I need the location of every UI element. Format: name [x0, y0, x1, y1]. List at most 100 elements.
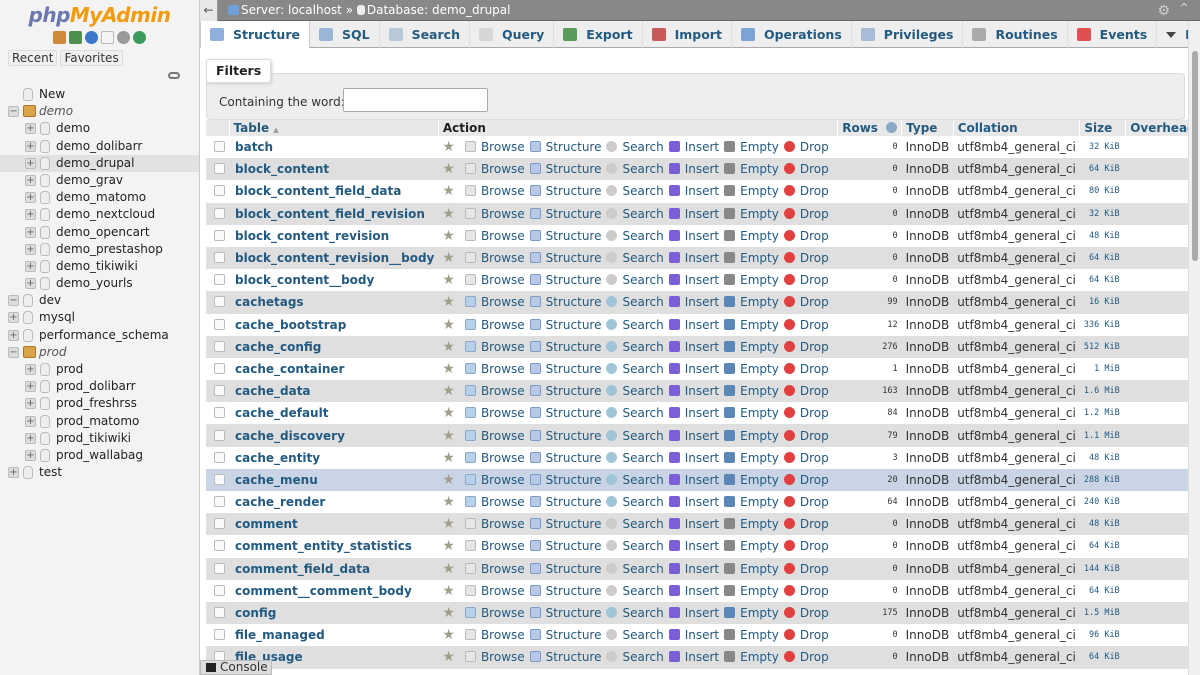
tree-item[interactable]: + demo_opencart [0, 224, 199, 241]
browse-action[interactable]: Browse [464, 340, 525, 354]
table-name[interactable]: cache_menu [229, 468, 439, 491]
expand-icon[interactable]: + [25, 209, 36, 221]
empty-action[interactable]: Empty [724, 406, 779, 420]
table-size[interactable]: 64 KiB [1079, 269, 1126, 292]
structure-action[interactable]: Structure [529, 473, 601, 487]
tree-item[interactable]: + demo_prestashop [0, 241, 199, 258]
structure-action[interactable]: Structure [529, 251, 601, 265]
tab-structure[interactable]: Structure [200, 21, 310, 48]
table-name[interactable]: file_managed [229, 624, 439, 647]
expand-icon[interactable]: + [25, 449, 36, 461]
table-size[interactable]: 1.1 MiB [1079, 424, 1126, 447]
table-name[interactable]: comment__comment_body [229, 579, 439, 602]
table-size[interactable]: 1.6 MiB [1079, 380, 1126, 403]
empty-action[interactable]: Empty [724, 517, 779, 531]
header-size[interactable]: Size [1079, 120, 1127, 136]
empty-action[interactable]: Empty [724, 362, 779, 376]
favorite-star-icon[interactable]: ★ [442, 161, 455, 177]
table-name[interactable]: cache_default [229, 402, 439, 425]
browse-action[interactable]: Browse [464, 473, 525, 487]
browse-action[interactable]: Browse [464, 628, 525, 642]
table-row[interactable]: cache_entity ★ Browse Structure Search Insert… [206, 446, 1188, 469]
drop-action[interactable]: Drop [783, 406, 829, 420]
row-checkbox[interactable] [214, 607, 225, 619]
rows-help-icon[interactable] [886, 122, 898, 133]
table-row[interactable]: file_usage ★ Browse Structure Search Insert Em… [206, 646, 1188, 669]
tree-item[interactable]: + performance_schema [0, 327, 199, 344]
expand-icon[interactable]: + [25, 123, 36, 135]
table-name[interactable]: cache_bootstrap [229, 313, 439, 336]
breadcrumb-server[interactable]: Server: localhost [241, 3, 342, 17]
insert-action[interactable]: Insert [668, 251, 719, 265]
search-action[interactable]: Search [606, 606, 664, 620]
tree-item-label[interactable]: prod [39, 344, 67, 361]
insert-action[interactable]: Insert [668, 273, 719, 287]
empty-action[interactable]: Empty [724, 251, 779, 265]
tab-query[interactable]: Query [470, 21, 555, 48]
table-row[interactable]: block_content ★ Browse Structure Search Inser… [206, 158, 1188, 181]
search-action[interactable]: Search [606, 229, 664, 243]
tab-routines[interactable]: Routines [963, 21, 1068, 48]
table-row[interactable]: cache_default ★ Browse Structure Search Inser… [206, 402, 1188, 425]
empty-action[interactable]: Empty [724, 340, 779, 354]
drop-action[interactable]: Drop [783, 473, 829, 487]
table-name[interactable]: comment_entity_statistics [229, 535, 439, 558]
tab-privileges[interactable]: Privileges [852, 21, 964, 48]
favorite-star-icon[interactable]: ★ [442, 538, 455, 554]
structure-action[interactable]: Structure [529, 606, 601, 620]
table-row[interactable]: block_content__body ★ Browse Structure Searc… [206, 269, 1188, 292]
table-name[interactable]: cache_container [229, 357, 439, 381]
structure-action[interactable]: Structure [529, 429, 601, 443]
header-rows[interactable]: Rows [837, 120, 903, 136]
favorite-star-icon[interactable]: ★ [442, 627, 455, 643]
tree-item[interactable]: + demo_dolibarr [0, 138, 199, 155]
row-checkbox[interactable] [214, 229, 225, 241]
drop-action[interactable]: Drop [783, 451, 829, 465]
row-checkbox[interactable] [214, 340, 225, 352]
structure-action[interactable]: Structure [529, 362, 601, 376]
table-size[interactable]: 336 KiB [1079, 313, 1126, 336]
table-row[interactable]: cache_config ★ Browse Structure Search Insert… [206, 335, 1188, 358]
collapse-icon[interactable]: − [8, 295, 19, 307]
structure-action[interactable]: Structure [529, 318, 601, 332]
collapse-menu-icon[interactable]: ⌃ [1178, 1, 1190, 17]
row-checkbox[interactable] [214, 562, 225, 574]
table-name[interactable]: cache_discovery [229, 424, 439, 447]
table-row[interactable]: comment_entity_statistics ★ Browse Structur… [206, 535, 1188, 558]
search-action[interactable]: Search [606, 140, 664, 154]
table-name[interactable]: comment [229, 513, 439, 536]
drop-action[interactable]: Drop [783, 517, 829, 531]
expand-icon[interactable]: + [25, 226, 36, 238]
drop-action[interactable]: Drop [783, 362, 829, 376]
tree-item-label[interactable]: demo_nextcloud [56, 206, 155, 223]
table-row[interactable]: comment_field_data ★ Browse Structure Search… [206, 557, 1188, 580]
table-name[interactable]: block_content [229, 158, 439, 181]
empty-action[interactable]: Empty [724, 207, 779, 221]
tab-events[interactable]: Events [1068, 21, 1158, 48]
structure-action[interactable]: Structure [529, 495, 601, 509]
row-checkbox[interactable] [214, 274, 225, 286]
help-icon[interactable] [85, 31, 98, 44]
expand-icon[interactable]: + [25, 432, 36, 444]
table-size[interactable]: 144 KiB [1079, 557, 1126, 580]
drop-action[interactable]: Drop [783, 539, 829, 553]
row-checkbox[interactable] [214, 540, 225, 552]
table-row[interactable]: comment ★ Browse Structure Search Insert Empty… [206, 513, 1188, 536]
tree-item[interactable]: + prod_matomo [0, 413, 199, 430]
tree-item-label[interactable]: demo [39, 103, 73, 120]
row-checkbox[interactable] [214, 451, 225, 463]
tree-item-label[interactable]: prod_dolibarr [56, 378, 136, 395]
browse-action[interactable]: Browse [464, 451, 525, 465]
tree-item-label[interactable]: test [39, 464, 62, 481]
row-checkbox[interactable] [214, 163, 225, 175]
row-checkbox[interactable] [214, 296, 225, 308]
structure-action[interactable]: Structure [529, 406, 601, 420]
table-size[interactable]: 64 KiB [1079, 646, 1126, 669]
empty-action[interactable]: Empty [724, 429, 779, 443]
drop-action[interactable]: Drop [783, 251, 829, 265]
favorite-star-icon[interactable]: ★ [442, 206, 455, 222]
docs-icon[interactable] [101, 31, 114, 44]
structure-action[interactable]: Structure [529, 229, 601, 243]
empty-action[interactable]: Empty [724, 539, 779, 553]
row-checkbox[interactable] [214, 385, 225, 397]
